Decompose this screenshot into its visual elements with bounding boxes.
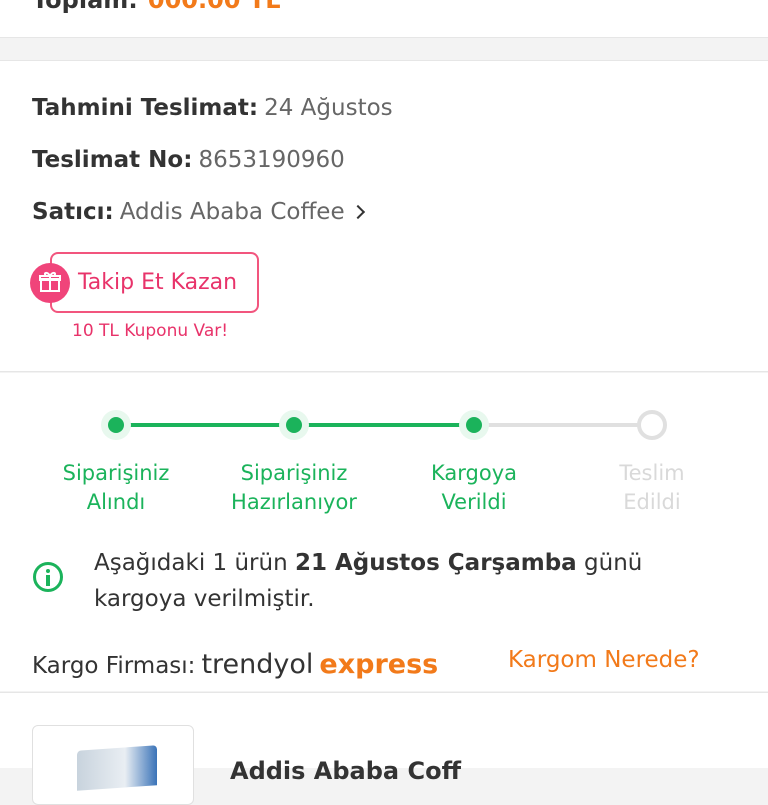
step-label-preparing: Siparişiniz Hazırlanıyor <box>214 459 374 517</box>
product-name[interactable]: Addis Ababa Coff <box>230 757 461 785</box>
delivery-number-row: Teslimat No: 8653190960 <box>32 147 345 173</box>
step-dot-shipped <box>459 410 489 440</box>
step-label-line: Verildi <box>441 490 507 514</box>
step-label-delivered: Teslim Edildi <box>572 459 732 517</box>
seller-label: Satıcı: <box>32 199 114 225</box>
product-thumbnail[interactable] <box>32 725 194 805</box>
notice-date: 21 Ağustos Çarşamba <box>294 550 577 576</box>
order-status-card: Siparişiniz Alındı Siparişiniz Hazırlanı… <box>0 373 768 691</box>
step-label-line: Kargoya <box>430 461 517 485</box>
cargo-brand-logo-accent: express <box>319 649 439 680</box>
info-icon <box>33 562 63 592</box>
product-card[interactable]: Addis Ababa Coff <box>0 692 768 805</box>
track-shipment-link[interactable]: Kargom Nerede? <box>508 647 700 673</box>
estimated-delivery-label: Tahmini Teslimat: <box>32 95 259 121</box>
coffee-bag-image <box>77 745 157 791</box>
step-label-line: Siparişiniz <box>240 461 348 485</box>
notice-text: Aşağıdaki 1 ürün <box>94 550 295 576</box>
step-label-received: Siparişiniz Alındı <box>36 459 196 517</box>
total-label: Toplam: <box>32 0 138 14</box>
step-label-line: Teslim <box>619 461 685 485</box>
cargo-company-row: Kargo Firması: trendyol express <box>32 649 438 680</box>
follow-and-earn-button[interactable]: Takip Et Kazan <box>50 252 259 313</box>
estimated-delivery-value: 24 Ağustos <box>264 95 393 121</box>
delivery-number-value: 8653190960 <box>198 147 345 173</box>
follow-button-label: Takip Et Kazan <box>78 270 238 295</box>
step-label-line: Alındı <box>86 490 146 514</box>
order-total: Toplam: 000.00 TL <box>32 0 281 14</box>
step-label-shipped: Kargoya Verildi <box>394 459 554 517</box>
step-dot-delivered <box>637 410 667 440</box>
step-dot-preparing <box>279 410 309 440</box>
chevron-right-icon <box>350 204 365 220</box>
coupon-note: 10 TL Kuponu Var! <box>72 321 229 341</box>
total-value: 000.00 TL <box>147 0 281 14</box>
shipping-notice: Aşağıdaki 1 ürün 21 Ağustos Çarşamba gün… <box>94 545 714 617</box>
step-label-line: Edildi <box>623 490 681 514</box>
cargo-brand-logo: trendyol <box>201 649 314 680</box>
gift-icon <box>30 263 70 303</box>
delivery-info-card: Tahmini Teslimat: 24 Ağustos Teslimat No:… <box>0 60 768 372</box>
seller-row[interactable]: Satıcı: Addis Ababa Coffee <box>32 199 365 225</box>
estimated-delivery-row: Tahmini Teslimat: 24 Ağustos <box>32 95 393 121</box>
cargo-company-label: Kargo Firması: <box>32 653 196 679</box>
delivery-number-label: Teslimat No: <box>32 147 193 173</box>
step-label-line: Hazırlanıyor <box>231 490 357 514</box>
order-total-card: Toplam: 000.00 TL <box>0 0 768 38</box>
seller-link[interactable]: Addis Ababa Coffee <box>120 199 345 225</box>
progress-line-remaining <box>474 423 652 427</box>
step-dot-received <box>101 410 131 440</box>
step-label-line: Siparişiniz <box>62 461 170 485</box>
